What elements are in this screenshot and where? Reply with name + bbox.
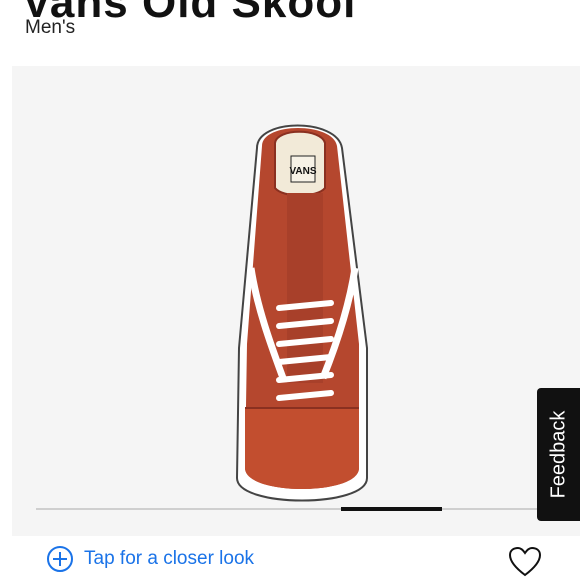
closer-look-label: Tap for a closer look (84, 548, 255, 569)
plus-circle-icon (47, 546, 73, 572)
heart-icon[interactable] (508, 546, 542, 578)
closer-look-button[interactable]: Tap for a closer look (46, 545, 254, 573)
gallery-progress-track (36, 508, 580, 510)
product-image-gallery[interactable]: VANS (12, 66, 580, 536)
feedback-label: Feedback (547, 410, 569, 499)
product-category: Men's (25, 17, 76, 38)
shoe-image: VANS (235, 124, 368, 502)
svg-text:VANS: VANS (289, 166, 316, 177)
gallery-progress-indicator[interactable] (341, 507, 442, 511)
feedback-button[interactable]: Feedback (537, 388, 580, 521)
